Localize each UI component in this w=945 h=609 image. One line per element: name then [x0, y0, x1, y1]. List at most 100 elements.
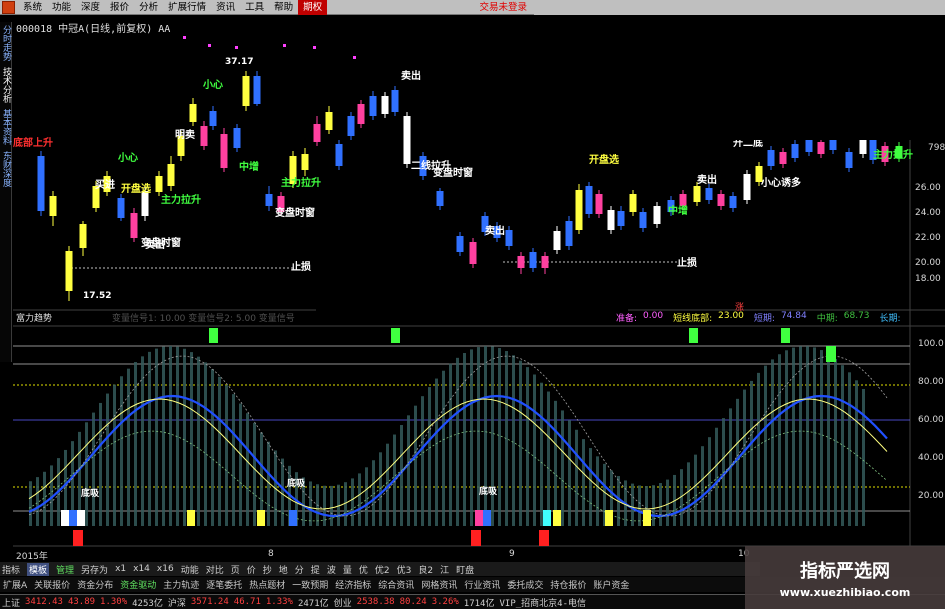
bottom-tab[interactable]: 综合资讯	[378, 578, 414, 591]
bottom-tab[interactable]: 扩展A	[3, 578, 27, 591]
bottom-tab[interactable]: 账户资金	[593, 578, 629, 591]
toolbar-button[interactable]: 地	[279, 563, 288, 576]
toolbar-button[interactable]: 价	[247, 563, 256, 576]
bottom-signal-box	[61, 510, 69, 526]
indicator-axis-label: 80.00	[918, 377, 944, 387]
toolbar-button[interactable]: x1	[115, 564, 126, 574]
indicator-bar	[470, 349, 473, 526]
toolbar-button[interactable]: 优2	[375, 563, 390, 576]
toolbar-button[interactable]: 管理	[56, 563, 74, 576]
bottom-tab[interactable]: 行业资讯	[464, 578, 500, 591]
indicator-bar	[687, 462, 690, 526]
indicator-bar	[43, 471, 46, 526]
indicator-bar	[190, 352, 193, 526]
low-price-label: 17.52	[83, 291, 111, 301]
bottom-tab[interactable]: 资金驱动	[120, 578, 156, 591]
bottom-tab[interactable]: 逐笔委托	[206, 578, 242, 591]
status-item: 3412.43	[25, 597, 63, 607]
status-item: VIP_招商北京4-电信	[499, 598, 586, 609]
bottom-tab[interactable]: 一致预期	[292, 578, 328, 591]
status-item: 3.26%	[431, 597, 459, 607]
indicator-bar	[666, 479, 669, 526]
toolbar-button[interactable]: 对比	[206, 563, 224, 576]
indicator-bar	[253, 422, 256, 526]
indicator-bar	[582, 439, 585, 526]
bottom-tab[interactable]: 持仓报价	[550, 578, 586, 591]
menu-item[interactable]: 资讯	[211, 0, 240, 15]
indicator-bar	[246, 413, 249, 526]
bottom-signal-box	[553, 510, 561, 526]
menu-item[interactable]: 扩展行情	[163, 0, 211, 15]
indicator-bar	[491, 346, 494, 526]
status-item: 4253亿	[132, 598, 163, 609]
toolbar-button[interactable]: x16	[157, 564, 174, 574]
toolbar-button[interactable]: 良2	[418, 563, 433, 576]
indicator-name[interactable]: 富力趋势	[16, 311, 52, 324]
toolbar-button[interactable]: 优	[359, 563, 368, 576]
bottom-tab[interactable]: 关联报价	[34, 578, 70, 591]
toolbar-button[interactable]: 指标	[2, 563, 20, 576]
bottom-tab[interactable]: 经济指标	[335, 578, 371, 591]
indicator-bar	[442, 370, 445, 526]
toolbar-button[interactable]: 量	[343, 563, 352, 576]
bottom-tab[interactable]: 委托成交	[507, 578, 543, 591]
chart-annotation: 主力拉升	[281, 176, 321, 189]
toolbar-button[interactable]: 另存为	[81, 563, 108, 576]
price-axis-top-label: 798	[928, 143, 945, 153]
toolbar-button[interactable]: 页	[231, 563, 240, 576]
candle-body	[859, 138, 867, 154]
toolbar-button[interactable]: 波	[327, 563, 336, 576]
indicator-bar	[330, 485, 333, 526]
indicator-bar	[463, 353, 466, 526]
bottom-tab[interactable]: 热点题材	[249, 578, 285, 591]
date-axis-label: 2015年	[16, 552, 48, 562]
candle-body	[717, 194, 725, 206]
chart-annotation: 变盘时窗	[141, 236, 181, 249]
candle-body	[693, 186, 701, 202]
toolbar-button[interactable]: 分	[295, 563, 304, 576]
menu-item[interactable]: 帮助	[269, 0, 298, 15]
signal-dot	[183, 36, 186, 39]
toolbar-button[interactable]: 模板	[27, 562, 50, 576]
side-tab-technical[interactable]: 技术分析	[0, 64, 12, 106]
toolbar-button[interactable]: x14	[133, 564, 150, 574]
menu-item[interactable]: 分析	[134, 0, 163, 15]
side-tab-fundamental[interactable]: 基本资料	[0, 106, 12, 148]
status-item: 2538.38	[356, 597, 395, 607]
buy-signal-box	[689, 328, 698, 343]
bottom-tab[interactable]: 网格资讯	[421, 578, 457, 591]
indicator-bar	[428, 387, 431, 526]
indicator-bar	[456, 357, 459, 526]
menu-item[interactable]: 功能	[47, 0, 76, 15]
menu-item[interactable]: 期权	[298, 0, 328, 15]
chart-annotation: 小心诱多	[760, 176, 801, 189]
indicator-bar	[36, 477, 39, 526]
toolbar-button[interactable]: 提	[311, 563, 320, 576]
toolbar-button[interactable]: 盯盘	[456, 563, 474, 576]
candle-body	[541, 256, 549, 268]
chart-annotation: 止损	[291, 260, 311, 273]
dibu-label: 底吸	[287, 477, 306, 489]
chart-annotation: 止损	[677, 256, 697, 269]
dibu-label: 底吸	[479, 485, 498, 497]
menu-item[interactable]: 报价	[105, 0, 134, 15]
signal-dot	[283, 44, 286, 47]
candle-body	[335, 144, 343, 166]
side-tab-timeshare[interactable]: 分时走势	[0, 22, 12, 64]
menu-item[interactable]: 工具	[240, 0, 269, 15]
menu-item[interactable]: 深度	[76, 0, 105, 15]
toolbar-button[interactable]: 抄	[263, 563, 272, 576]
indicator-bar	[113, 384, 116, 526]
indicator-group	[13, 328, 910, 546]
side-tab-depth[interactable]: 东财深度	[0, 148, 12, 190]
bottom-signal-box	[475, 510, 483, 526]
chart-blank-area	[534, 16, 945, 140]
bottom-tab[interactable]: 主力轨迹	[163, 578, 199, 591]
candle-body	[469, 242, 477, 264]
toolbar-button[interactable]: 江	[440, 563, 449, 576]
toolbar-button[interactable]: 动能	[181, 563, 199, 576]
bottom-signal-box	[605, 510, 613, 526]
menu-item[interactable]: 系统	[18, 0, 47, 15]
bottom-tab[interactable]: 资金分布	[77, 578, 113, 591]
toolbar-button[interactable]: 优3	[397, 563, 412, 576]
